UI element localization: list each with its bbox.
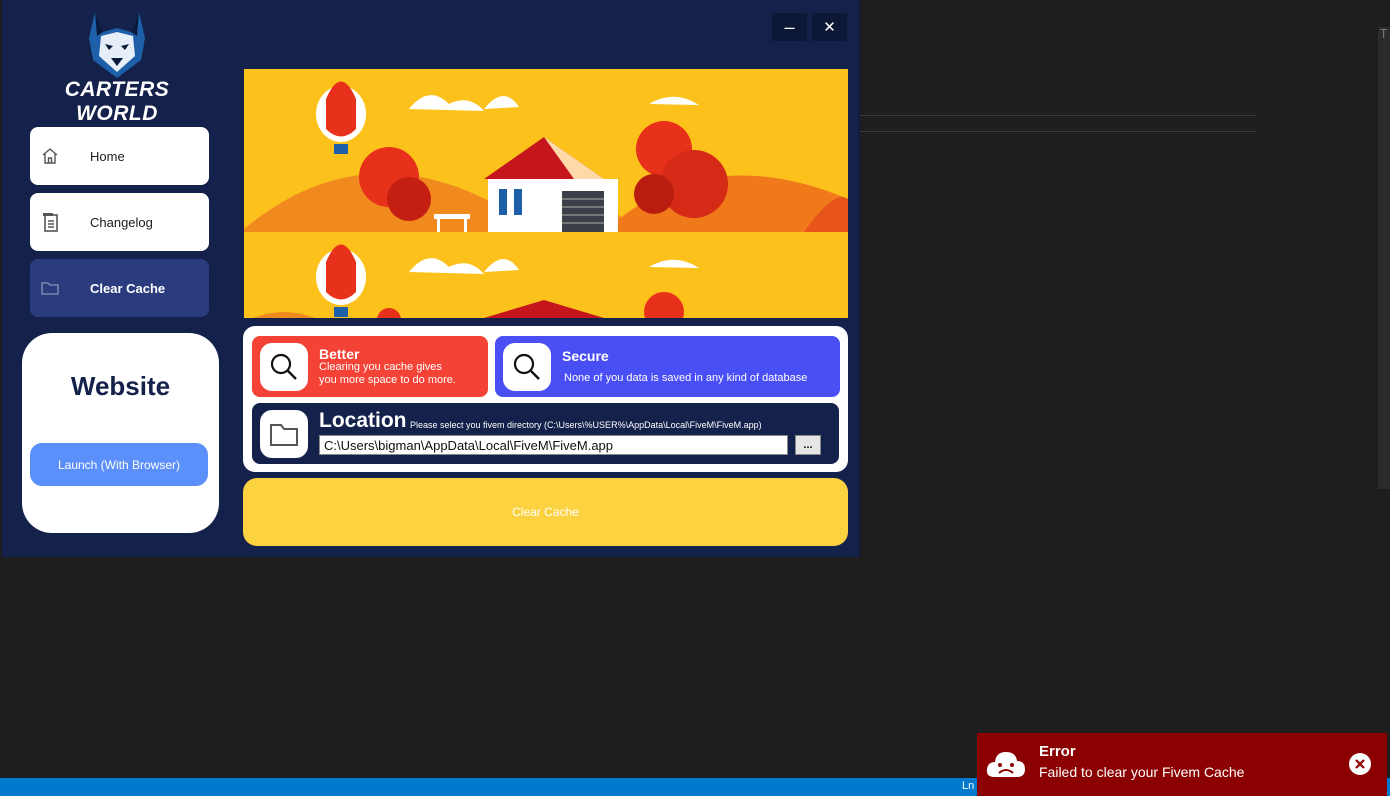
toast-title: Error <box>1039 743 1076 760</box>
better-title: Better <box>319 346 360 362</box>
brand-name: CARTERS WORLD <box>64 78 170 125</box>
info-panel: Better Clearing you cache gives you more… <box>243 326 848 472</box>
website-title: Website <box>70 371 171 401</box>
better-description-line1: Clearing you cache gives <box>319 361 442 373</box>
sad-cloud-icon <box>986 747 1026 781</box>
close-icon <box>1355 759 1365 769</box>
nav-item-label: Changelog <box>90 214 153 230</box>
launch-browser-button[interactable]: Launch (With Browser) <box>30 443 208 486</box>
editor-edge-glyph: T <box>1380 27 1388 41</box>
secure-title: Secure <box>562 348 609 364</box>
secure-description: None of you data is saved in any kind of… <box>564 372 808 384</box>
location-hint: Please select you fivem directory (C:\Us… <box>410 420 762 430</box>
nav-item-clear-cache[interactable]: Clear Cache <box>30 259 209 317</box>
folder-icon <box>260 410 308 458</box>
statusbar-text: Ln <box>962 780 975 792</box>
minimize-button[interactable]: – <box>772 13 807 41</box>
toast-close-button[interactable] <box>1349 753 1371 775</box>
editor-divider <box>860 131 1256 132</box>
nav-item-changelog[interactable]: Changelog <box>30 193 209 251</box>
editor-scrollbar[interactable] <box>1378 27 1390 489</box>
close-icon: ✕ <box>823 19 836 36</box>
banner-illustration <box>244 69 848 318</box>
better-card: Better Clearing you cache gives you more… <box>252 336 488 397</box>
editor-divider <box>860 115 1256 116</box>
search-icon <box>260 343 308 391</box>
close-window-button[interactable]: ✕ <box>812 13 847 41</box>
location-card: Location Please select you fivem directo… <box>252 403 839 464</box>
wolf-logo-icon <box>89 12 145 78</box>
folder-icon <box>40 278 60 298</box>
secure-card: Secure None of you data is saved in any … <box>495 336 840 397</box>
toast-message: Failed to clear your Fivem Cache <box>1039 764 1245 780</box>
clipboard-icon <box>40 212 60 232</box>
nav-item-home[interactable]: Home <box>30 127 209 185</box>
location-path-input[interactable] <box>319 435 788 455</box>
app-window: – ✕ CARTERS WORLD Home Changelog Clear C… <box>2 0 860 557</box>
autumn-house-illustration <box>244 69 848 318</box>
location-title: Location <box>319 409 407 432</box>
nav-item-label: Clear Cache <box>90 280 166 296</box>
browse-button[interactable]: ... <box>795 435 821 455</box>
better-description-line2: you more space to do more. <box>319 374 456 386</box>
website-card: Website Launch (With Browser) <box>22 333 219 533</box>
clear-cache-button[interactable]: Clear Cache <box>243 478 848 546</box>
nav-item-label: Home <box>90 148 125 164</box>
error-toast: Error Failed to clear your Fivem Cache <box>977 733 1387 796</box>
brand-logo: CARTERS WORLD <box>47 8 187 125</box>
search-icon <box>503 343 551 391</box>
minimize-icon: – <box>784 16 795 37</box>
home-icon <box>40 146 60 166</box>
